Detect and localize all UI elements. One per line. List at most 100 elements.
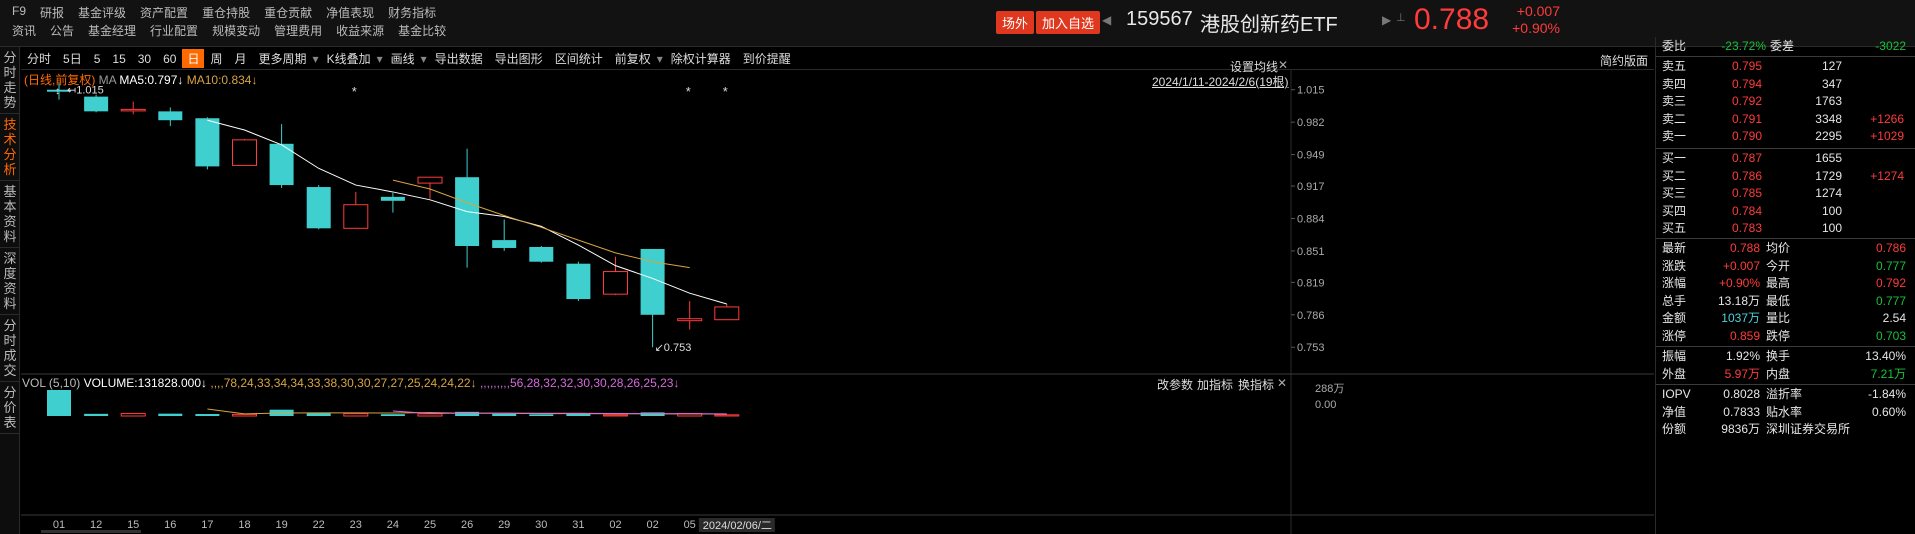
candle[interactable] (677, 301, 703, 330)
volume-bar[interactable] (380, 414, 405, 416)
toolbar-item[interactable]: 到价提醒 (737, 50, 797, 67)
menu-item[interactable]: 研报 (40, 4, 64, 21)
candle[interactable] (343, 191, 369, 229)
volume-bar[interactable] (306, 413, 331, 416)
sidebar-item[interactable]: 分价表 (0, 382, 20, 434)
candle[interactable] (120, 101, 146, 115)
menu-item[interactable]: 资讯 (12, 22, 36, 39)
volume-bar[interactable] (417, 413, 443, 417)
candle[interactable] (603, 256, 628, 296)
sidebar-item[interactable]: 深度资料 (0, 248, 20, 315)
event-marker[interactable]: * (723, 84, 728, 99)
toolbar-item[interactable]: 周 (204, 50, 228, 67)
pin-icon[interactable]: ⊥ (1396, 11, 1406, 24)
toolbar-item[interactable]: 5日 (57, 50, 88, 67)
candle[interactable] (417, 176, 443, 199)
candle[interactable] (195, 117, 220, 170)
volume-bar[interactable] (84, 413, 109, 416)
candle[interactable] (269, 124, 294, 189)
toolbar-item[interactable]: 更多周期 (253, 50, 313, 67)
toolbar-item[interactable]: 画线 (385, 50, 421, 67)
menu-item[interactable]: 基金评级 (78, 4, 126, 21)
menu-item[interactable]: F9 (12, 4, 26, 21)
chart-area[interactable]: 1.015 0.982 0.949 0.917 0.884 0.851 0.819 0.786… (21, 70, 1654, 534)
volume-bar[interactable] (120, 412, 146, 417)
volume-bar[interactable] (529, 414, 554, 416)
dropdown-caret-icon[interactable]: ▾ (657, 52, 665, 66)
volume-bar[interactable] (603, 414, 628, 417)
toolbar-item[interactable]: 前复权 (609, 50, 657, 67)
add-indicator-button[interactable]: 加指标 (1197, 376, 1233, 393)
menu-item[interactable]: 行业配置 (150, 22, 198, 39)
candle[interactable] (455, 148, 480, 268)
add-watchlist-button[interactable]: 加入自选 (1036, 11, 1101, 34)
x-tick-label: 26 (461, 519, 473, 531)
toolbar-item[interactable]: 60 (157, 52, 182, 66)
toolbar-item[interactable]: 除权计算器 (665, 50, 737, 67)
candle[interactable] (306, 185, 331, 230)
menu-item[interactable]: 收益来源 (336, 22, 384, 39)
toolbar-item[interactable]: 5 (88, 52, 107, 66)
event-marker[interactable]: * (686, 84, 691, 99)
candle[interactable] (529, 246, 554, 263)
volume-bar[interactable] (47, 390, 71, 416)
next-stock-icon[interactable]: ▶ (1382, 13, 1391, 27)
menu-item[interactable]: 净值表现 (326, 4, 374, 21)
menu-item[interactable]: 规模变动 (212, 22, 260, 39)
volume-bar[interactable] (158, 413, 183, 416)
toolbar-item[interactable]: 30 (132, 52, 157, 66)
event-marker[interactable]: * (352, 84, 357, 99)
offsite-button[interactable]: 场外 (996, 11, 1035, 34)
toolbar-item[interactable]: K线叠加 (321, 50, 377, 67)
toolbar-item[interactable]: 分时 (21, 50, 57, 67)
horizontal-scrollbar[interactable] (41, 530, 141, 533)
candle[interactable] (640, 248, 665, 348)
volume-bar[interactable] (492, 413, 517, 416)
volume-bar[interactable] (566, 414, 591, 416)
candle[interactable] (714, 303, 740, 321)
change-params-button[interactable]: 改参数 (1157, 376, 1193, 393)
dropdown-caret-icon[interactable]: ▾ (421, 52, 429, 66)
volume-bar[interactable] (232, 413, 257, 417)
close-volume-icon[interactable]: ✕ (1277, 376, 1287, 390)
menu-item[interactable]: 财务指标 (388, 4, 436, 21)
candle[interactable] (380, 192, 405, 213)
toolbar-item[interactable]: 导出图形 (489, 50, 549, 67)
menu-item[interactable]: 公告 (50, 22, 74, 39)
dropdown-caret-icon[interactable]: ▾ (313, 52, 321, 66)
menu-row-2: 资讯 公告 基金经理 行业配置 规模变动 管理费用 收益来源 基金比较 (12, 22, 446, 39)
candle[interactable] (492, 219, 517, 251)
sidebar-item[interactable]: 基本资料 (0, 181, 20, 248)
volume-bar[interactable] (714, 414, 740, 417)
switch-indicator-button[interactable]: 换指标 (1238, 376, 1274, 393)
sidebar-item[interactable]: 分时成交 (0, 315, 20, 382)
simple-layout-button[interactable]: 简约版面 (1600, 52, 1648, 69)
menu-item[interactable]: 资产配置 (140, 4, 188, 21)
toolbar-item[interactable]: 日 (182, 49, 205, 68)
quote-cell: 涨停 (1662, 328, 1687, 343)
x-tick-label: 31 (572, 519, 584, 531)
dropdown-caret-icon[interactable]: ▾ (377, 52, 385, 66)
volume-bar[interactable] (195, 414, 220, 416)
toolbar-item[interactable]: 导出数据 (429, 50, 489, 67)
toolbar-item[interactable]: 区间统计 (549, 50, 609, 67)
menu-item[interactable]: 基金经理 (88, 22, 136, 39)
x-tick-label: 23 (350, 519, 362, 531)
volume-bar[interactable] (455, 411, 480, 416)
volume-bar[interactable] (343, 413, 369, 417)
quote-cell: 127 (1821, 59, 1842, 73)
menu-item[interactable]: 重仓持股 (202, 4, 250, 21)
menu-item[interactable]: 重仓贡献 (264, 4, 312, 21)
candle[interactable] (566, 261, 591, 302)
candle[interactable] (232, 138, 257, 166)
candle[interactable] (84, 94, 109, 113)
menu-item[interactable]: 管理费用 (274, 22, 322, 39)
sidebar-item[interactable]: 技术分析 (0, 114, 20, 181)
toolbar-item[interactable]: 月 (229, 50, 253, 67)
candle[interactable] (158, 107, 183, 127)
prev-stock-icon[interactable]: ◀ (1102, 13, 1111, 27)
quote-cell: 7.21万 (1870, 366, 1906, 381)
menu-item[interactable]: 基金比较 (398, 22, 446, 39)
sidebar-item[interactable]: 分时走势 (0, 47, 20, 114)
toolbar-item[interactable]: 15 (106, 52, 131, 66)
